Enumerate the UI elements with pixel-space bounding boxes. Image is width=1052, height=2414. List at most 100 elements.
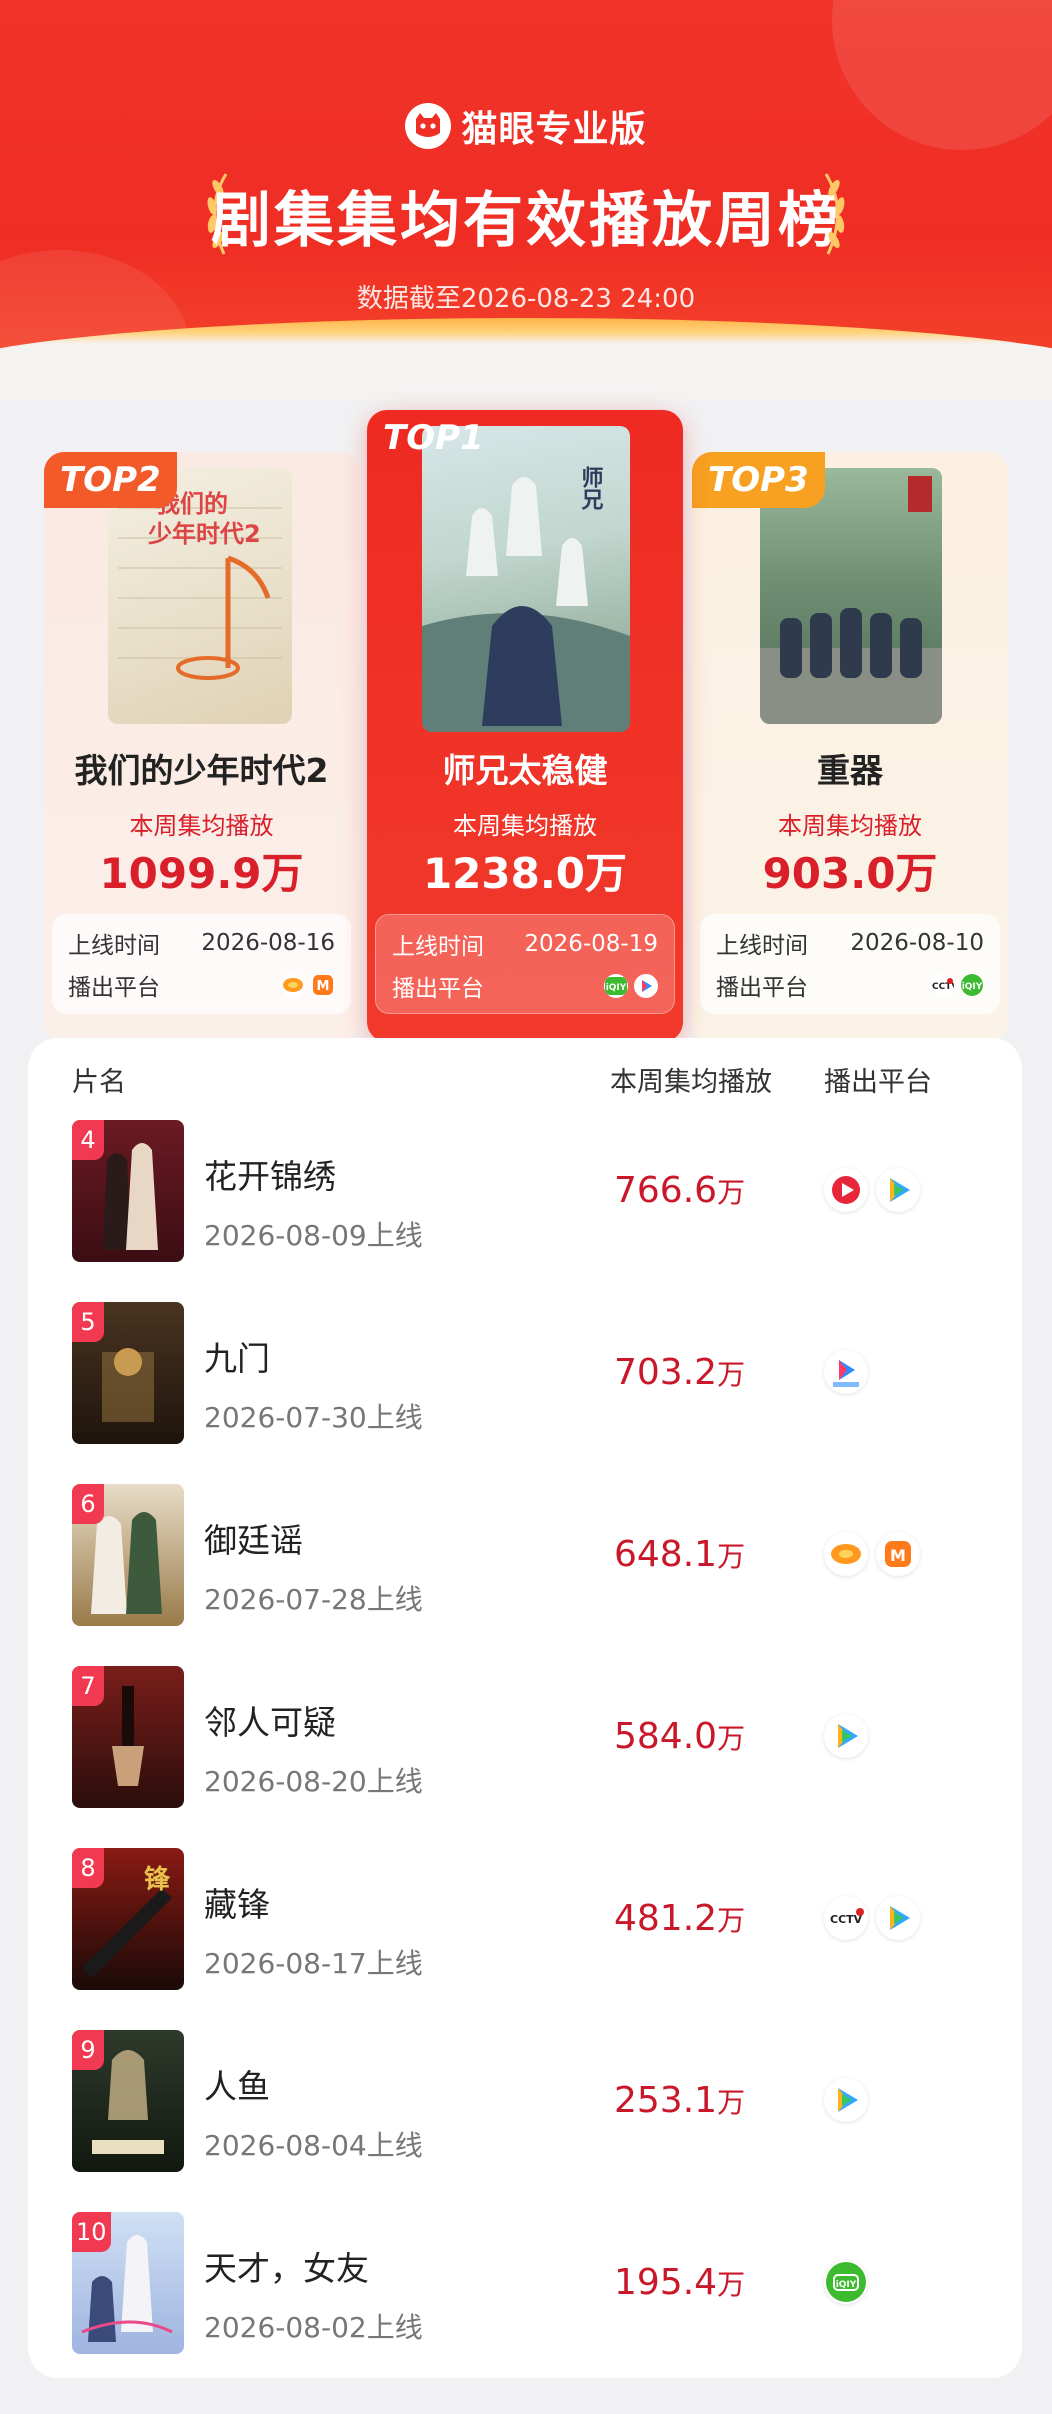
list-item[interactable]: 5 九门 2026-07-30上线 703.2万 [28, 1302, 1022, 1484]
data-cutoff-time: 数据截至2026-08-23 24:00 [356, 284, 696, 314]
header-banner: 猫眼专业版 剧集集均有效播放周榜 数据截至2026-08-23 24:00 [0, 0, 1052, 400]
svg-text:师兄: 师兄 [578, 465, 605, 511]
play-label: 本周集均播放 [129, 812, 274, 840]
mango-tv-m-icon: M [876, 1532, 920, 1576]
poster-thumbnail: 5 [72, 1302, 184, 1444]
rank-badge: 10 [72, 2212, 111, 2252]
tencent-play-icon [876, 1896, 920, 1940]
drama-title: 人鱼 [204, 2067, 270, 2106]
platform-icons [824, 1350, 868, 1394]
poster-thumbnail: 9 [72, 2030, 184, 2172]
svg-text:iQIY: iQIY [962, 982, 983, 992]
online-label: 上线时间 [716, 933, 808, 959]
poster-thumbnail: 10 [72, 2212, 184, 2354]
poster-thumbnail: 4 [72, 1120, 184, 1262]
online-label: 上线时间 [392, 934, 484, 960]
online-label: 上线时间 [68, 933, 160, 959]
maoyan-cat-icon [405, 103, 452, 149]
list-item[interactable]: 7 邻人可疑 2026-08-20上线 584.0万 [28, 1666, 1022, 1848]
online-date: 2026-08-17上线 [204, 1947, 423, 1980]
play-value: 903.0万 [762, 849, 938, 898]
top-card-3[interactable]: TOP3 重器 本周集均播放 903.0万 上线时间 2026-08-10 播出… [692, 452, 1008, 1042]
rank-badge: 8 [72, 1848, 104, 1888]
poster-thumbnail: 锋 8 [72, 1848, 184, 1990]
iqiyi-icon: iQIY [604, 974, 628, 998]
platform-label: 播出平台 [716, 975, 808, 1001]
iqiyi-icon: iQIY [960, 973, 984, 997]
tencent-video-icon [824, 1168, 868, 1212]
online-date: 2026-08-10 [850, 930, 984, 956]
play-value: 1238.0万 [422, 849, 628, 898]
rank-badge: 9 [72, 2030, 104, 2070]
rank-badge: 4 [72, 1120, 104, 1160]
online-date: 2026-08-09上线 [204, 1219, 423, 1252]
online-date: 2026-08-16 [201, 930, 335, 956]
brand-name: 猫眼专业版 [461, 109, 647, 150]
youku-icon [824, 1350, 868, 1394]
play-value: 1099.9万 [99, 849, 304, 898]
rank-badge: 6 [72, 1484, 104, 1524]
online-date: 2026-08-19 [524, 931, 658, 957]
play-value: 253.1万 [614, 2080, 746, 2121]
play-value: 766.6万 [614, 1170, 746, 1211]
youku-icon [634, 974, 658, 998]
rank-tag: TOP2 [44, 452, 177, 508]
top-card-1[interactable]: 师兄 TOP1 师兄太稳健 本周集均播放 1238.0万 上线时间 2026-0… [367, 410, 683, 1042]
drama-title: 邻人可疑 [204, 1703, 336, 1742]
list-item[interactable]: 9 人鱼 2026-08-04上线 253.1万 [28, 2030, 1022, 2212]
platform-icons [824, 1714, 868, 1758]
platform-icons: iQIY [824, 2260, 868, 2304]
platform-label: 播出平台 [68, 975, 160, 1001]
online-date: 2026-08-04上线 [204, 2129, 423, 2162]
list-header: 片名 本周集均播放 播出平台 [28, 1060, 1022, 1100]
header-play: 本周集均播放 [610, 1067, 772, 1098]
drama-title: 我们的少年时代2 [74, 751, 329, 790]
poster-image: 师兄 [422, 426, 630, 732]
iqiyi-icon: iQIY [824, 2260, 868, 2304]
rank-tag: TOP1 [383, 418, 484, 458]
list-item[interactable]: 10 天才，女友 2026-08-02上线 195.4万 iQIY [28, 2212, 1022, 2394]
svg-text:锋: 锋 [144, 1865, 171, 1895]
rank-badge: 7 [72, 1666, 104, 1706]
page-title: 剧集集均有效播放周榜 [211, 186, 841, 256]
play-value: 481.2万 [614, 1898, 746, 1939]
svg-text:少年时代2: 少年时代2 [147, 520, 261, 548]
platform-icons: CCTV [824, 1896, 920, 1940]
online-date: 2026-07-28上线 [204, 1583, 423, 1616]
brand-logo: 猫眼专业版 [0, 100, 1052, 152]
top-card-2[interactable]: 我们的 少年时代2 TOP2 我们的少年时代2 本周集均播放 1099.9万 上… [44, 452, 359, 1042]
mango-tv-orange-icon [824, 1532, 868, 1576]
list-item[interactable]: 6 御廷谣 2026-07-28上线 648.1万 M [28, 1484, 1022, 1666]
play-value: 195.4万 [614, 2262, 746, 2303]
platform-icons: M [824, 1532, 920, 1576]
list-item[interactable]: 4 花开锦绣 2026-08-09上线 766.6万 [28, 1120, 1022, 1302]
ranking-list: 片名 本周集均播放 播出平台 4 花开锦绣 2026-08-09上线 766.6… [28, 1038, 1022, 2378]
list-item[interactable]: 锋 8 藏锋 2026-08-17上线 481.2万 CCTV [28, 1848, 1022, 2030]
tencent-play-icon [876, 1168, 920, 1212]
header-wave-decoration [0, 318, 1052, 400]
poster-thumbnail: 6 [72, 1484, 184, 1626]
tencent-play-icon [824, 1714, 868, 1758]
drama-title: 九门 [204, 1339, 270, 1378]
online-date: 2026-08-20上线 [204, 1765, 423, 1798]
poster-thumbnail: 7 [72, 1666, 184, 1808]
play-value: 584.0万 [614, 1716, 746, 1757]
drama-title: 师兄太稳健 [442, 751, 608, 790]
svg-text:M: M [890, 1546, 906, 1565]
drama-title: 天才，女友 [204, 2249, 369, 2288]
mango-tv-m-icon: M [311, 973, 335, 997]
cctv1-icon: CCTV [824, 1896, 868, 1940]
info-box: 上线时间 2026-08-16 播出平台 M [52, 914, 351, 1014]
play-value: 703.2万 [614, 1352, 746, 1393]
online-date: 2026-08-02上线 [204, 2311, 423, 2344]
mango-tv-orange-icon [281, 973, 305, 997]
drama-title: 花开锦绣 [204, 1157, 336, 1196]
header-name: 片名 [72, 1067, 126, 1098]
svg-text:iQIY: iQIY [836, 2280, 857, 2290]
platform-icons [824, 2078, 868, 2122]
rank-tag: TOP3 [692, 452, 825, 508]
play-label: 本周集均播放 [778, 812, 922, 840]
rank-badge: 5 [72, 1302, 104, 1342]
platform-icons [824, 1168, 920, 1212]
drama-title: 藏锋 [204, 1885, 270, 1924]
